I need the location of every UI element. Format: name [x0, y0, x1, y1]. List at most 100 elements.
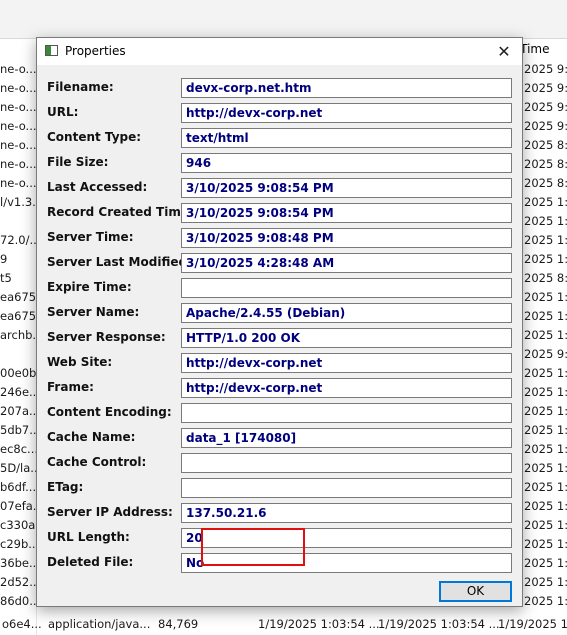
field-value[interactable]: 20 [181, 528, 512, 548]
field-label: Frame: [47, 380, 94, 394]
field-label: Cache Name: [47, 430, 136, 444]
list-item[interactable]: ec8c... [0, 440, 36, 459]
field-value[interactable]: devx-corp.net.htm [181, 78, 512, 98]
list-item[interactable]: 2025 1:0 [524, 516, 567, 535]
list-item[interactable]: 2025 1:0 [524, 288, 567, 307]
list-item[interactable]: 2025 1:0 [524, 212, 567, 231]
list-item[interactable]: 207a... [0, 402, 36, 421]
list-item[interactable]: 36be... [0, 554, 36, 573]
list-item[interactable]: 2025 1:0 [524, 573, 567, 592]
list-item[interactable]: 2025 1:0 [524, 535, 567, 554]
field-value[interactable]: 946 [181, 153, 512, 173]
ok-button[interactable]: OK [439, 581, 512, 602]
field-label: Deleted File: [47, 555, 134, 569]
field-label: Web Site: [47, 355, 113, 369]
list-item[interactable]: 2025 1:0 [524, 326, 567, 345]
cell-filename: o6e4... [2, 617, 42, 631]
field-value[interactable] [181, 278, 512, 298]
cell-file-size: 84,769 [158, 617, 199, 631]
list-item[interactable]: 2025 9:0 [524, 345, 567, 364]
field-label: Last Accessed: [47, 180, 148, 194]
list-item[interactable]: 2025 1:0 [524, 478, 567, 497]
list-item[interactable]: 5D/la... [0, 459, 36, 478]
list-item[interactable]: 86d0... [0, 592, 36, 611]
list-item[interactable]: l/v1.3... [0, 193, 36, 212]
list-item[interactable]: 2025 1:0 [524, 440, 567, 459]
list-item[interactable]: 2025 1:0 [524, 250, 567, 269]
list-item[interactable]: 2025 8:5 [524, 136, 567, 155]
background-toolbar [0, 0, 567, 39]
list-item[interactable]: 5db7... [0, 421, 36, 440]
close-icon: ✕ [497, 42, 511, 61]
dialog-titlebar[interactable]: Properties ✕ [37, 38, 522, 65]
field-label: URL: [47, 105, 79, 119]
background-list-right: 2025 9:02025 9:02025 9:02025 9:02025 8:5… [524, 60, 567, 611]
field-value[interactable]: HTTP/1.0 200 OK [181, 328, 512, 348]
list-item[interactable]: 72.0/... [0, 231, 36, 250]
list-item[interactable]: ea675... [0, 288, 36, 307]
field-value[interactable] [181, 403, 512, 423]
list-item[interactable]: 2025 1:0 [524, 459, 567, 478]
list-item[interactable] [0, 212, 36, 231]
list-item[interactable]: ne-o... [0, 136, 36, 155]
list-item[interactable]: 2025 9:0 [524, 79, 567, 98]
list-item[interactable]: 07efa... [0, 497, 36, 516]
field-value[interactable]: http://devx-corp.net [181, 353, 512, 373]
field-value[interactable]: 3/10/2025 9:08:54 PM [181, 178, 512, 198]
field-value[interactable]: 137.50.21.6 [181, 503, 512, 523]
close-button[interactable]: ✕ [486, 38, 522, 65]
field-label: Content Encoding: [47, 405, 172, 419]
list-item[interactable]: ne-o... [0, 174, 36, 193]
list-item[interactable]: 2025 8:5 [524, 155, 567, 174]
list-item[interactable]: 2d52... [0, 573, 36, 592]
list-item[interactable]: archb... [0, 326, 36, 345]
list-item[interactable] [0, 345, 36, 364]
list-item[interactable]: ne-o... [0, 98, 36, 117]
list-item[interactable]: ea675... [0, 307, 36, 326]
field-value[interactable] [181, 478, 512, 498]
list-item[interactable]: 2025 8:5 [524, 174, 567, 193]
field-label: Cache Control: [47, 455, 147, 469]
field-value[interactable]: Apache/2.4.55 (Debian) [181, 303, 512, 323]
list-item[interactable]: 2025 9:0 [524, 98, 567, 117]
list-item[interactable]: 2025 8:5 [524, 269, 567, 288]
list-item[interactable]: 2025 1:0 [524, 383, 567, 402]
list-item[interactable]: 00e0b... [0, 364, 36, 383]
list-item[interactable]: 2025 9:0 [524, 60, 567, 79]
field-value[interactable]: 3/10/2025 9:08:48 PM [181, 228, 512, 248]
table-row[interactable]: o6e4... application/java... 84,769 1/19/… [0, 614, 567, 634]
field-value[interactable]: http://devx-corp.net [181, 378, 512, 398]
list-item[interactable]: c29b... [0, 535, 36, 554]
list-item[interactable]: c330a... [0, 516, 36, 535]
cell-server-time: 1/19/2025 1:0 [498, 617, 567, 631]
list-item[interactable]: 2025 1:0 [524, 307, 567, 326]
list-item[interactable]: 2025 1:0 [524, 592, 567, 611]
list-item[interactable]: ne-o... [0, 60, 36, 79]
list-item[interactable]: 2025 1:1 [524, 231, 567, 250]
field-value[interactable]: 3/10/2025 9:08:54 PM [181, 203, 512, 223]
list-item[interactable]: ne-o... [0, 117, 36, 136]
list-item[interactable]: 2025 1:0 [524, 497, 567, 516]
field-value[interactable]: data_1 [174080] [181, 428, 512, 448]
field-label: File Size: [47, 155, 109, 169]
background-list-left: ne-o... ne-o... ne-o... ne-o... ne-o... ne-o.… [0, 60, 36, 611]
list-item[interactable]: 2025 1:0 [524, 364, 567, 383]
list-item[interactable]: t5 [0, 269, 36, 288]
field-value[interactable]: text/html [181, 128, 512, 148]
list-item[interactable]: 2025 1:0 [524, 421, 567, 440]
list-item[interactable]: b6df... [0, 478, 36, 497]
field-value[interactable]: No [181, 553, 512, 573]
field-value[interactable]: 3/10/2025 4:28:48 AM [181, 253, 512, 273]
list-item[interactable]: 2025 1:0 [524, 193, 567, 212]
field-label: Server Last Modified: [47, 255, 192, 269]
field-value[interactable] [181, 453, 512, 473]
list-item[interactable]: 2025 1:0 [524, 554, 567, 573]
field-label: Expire Time: [47, 280, 132, 294]
list-item[interactable]: 9 [0, 250, 36, 269]
field-value[interactable]: http://devx-corp.net [181, 103, 512, 123]
list-item[interactable]: 2025 9:0 [524, 117, 567, 136]
list-item[interactable]: 246e... [0, 383, 36, 402]
list-item[interactable]: ne-o... [0, 155, 36, 174]
list-item[interactable]: 2025 1:0 [524, 402, 567, 421]
list-item[interactable]: ne-o... [0, 79, 36, 98]
